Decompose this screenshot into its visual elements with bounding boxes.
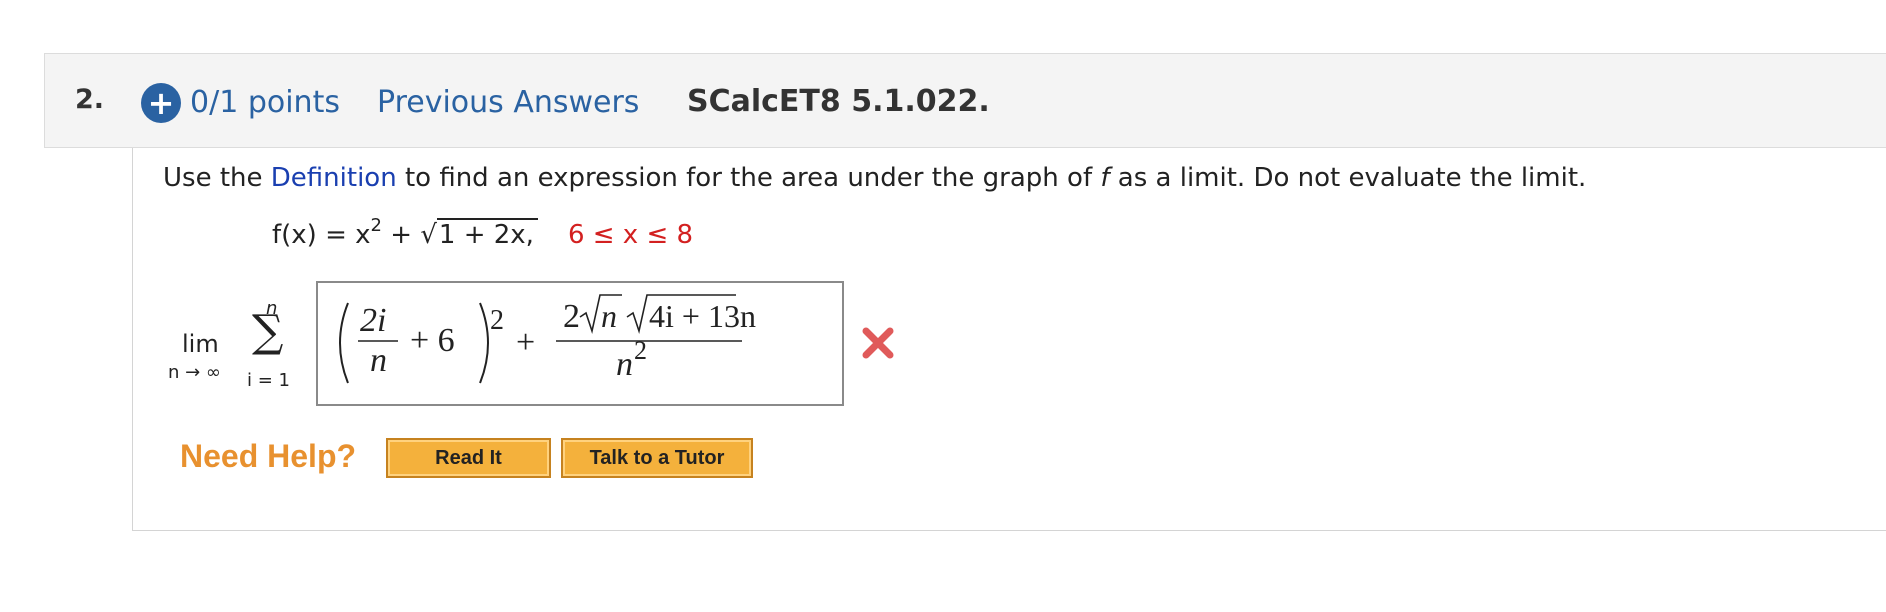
lim-label: lim [182, 330, 219, 358]
function-interval: 6 ≤ x ≤ 8 [567, 220, 694, 250]
definition-link[interactable]: Definition [271, 163, 397, 193]
talk-to-tutor-button[interactable]: Talk to a Tutor [561, 438, 753, 478]
sigma-icon: ∑ [252, 306, 284, 357]
instruction-part: to find an expression for the area under… [396, 163, 1101, 193]
answer-expression: 2i n + 6 2 + 2 n 4i + 13n n 2 [339, 294, 756, 384]
question-header: 2. + 0/1 points Previous Answers SCalcET… [44, 53, 1886, 148]
points-link[interactable]: 0/1 points [190, 85, 340, 120]
square-exponent: 2 [490, 305, 504, 336]
numerator-coefficient: 2 [563, 298, 580, 335]
function-definition: f(x) = x2 + √1 + 2x, 6 ≤ x ≤ 8 [272, 215, 694, 250]
read-it-button[interactable]: Read It [386, 438, 551, 478]
frac1-denominator: n [370, 342, 387, 379]
right-paren [479, 302, 489, 384]
instruction-part: as a limit. Do not evaluate the limit. [1109, 163, 1587, 193]
sqrt-sign: √ [420, 220, 437, 250]
numerator-radicand: 4i + 13n [649, 298, 756, 334]
frac1-numerator: 2i [360, 302, 386, 339]
expand-plus-icon[interactable]: + [141, 83, 181, 123]
answer-field[interactable]: 2i n + 6 2 + 2 n 4i + 13n n 2 [316, 281, 844, 406]
denominator-exponent: 2 [634, 336, 647, 365]
sigma-lower-bound: i = 1 [247, 370, 290, 391]
function-radicand: 1 + 2x, [436, 218, 538, 250]
incorrect-x-icon [862, 327, 894, 359]
need-help-label: Need Help? [180, 438, 357, 474]
previous-answers-link[interactable]: Previous Answers [377, 85, 639, 120]
function-plus: + [381, 220, 421, 250]
denominator-n: n [616, 346, 633, 383]
instruction-f: f [1100, 163, 1110, 193]
numerator-n: n [601, 298, 617, 334]
plus-six: + 6 [410, 322, 455, 359]
middle-plus: + [516, 324, 535, 361]
question-source: SCalcET8 5.1.022. [687, 84, 990, 119]
lim-subscript: n → ∞ [168, 362, 221, 383]
function-lhs: f(x) = x [272, 220, 371, 250]
function-exponent: 2 [370, 215, 382, 236]
question-number: 2. [75, 84, 105, 115]
instruction-text: Use the Definition to find an expression… [163, 163, 1586, 193]
left-paren [339, 302, 349, 384]
instruction-part: Use the [163, 163, 271, 193]
